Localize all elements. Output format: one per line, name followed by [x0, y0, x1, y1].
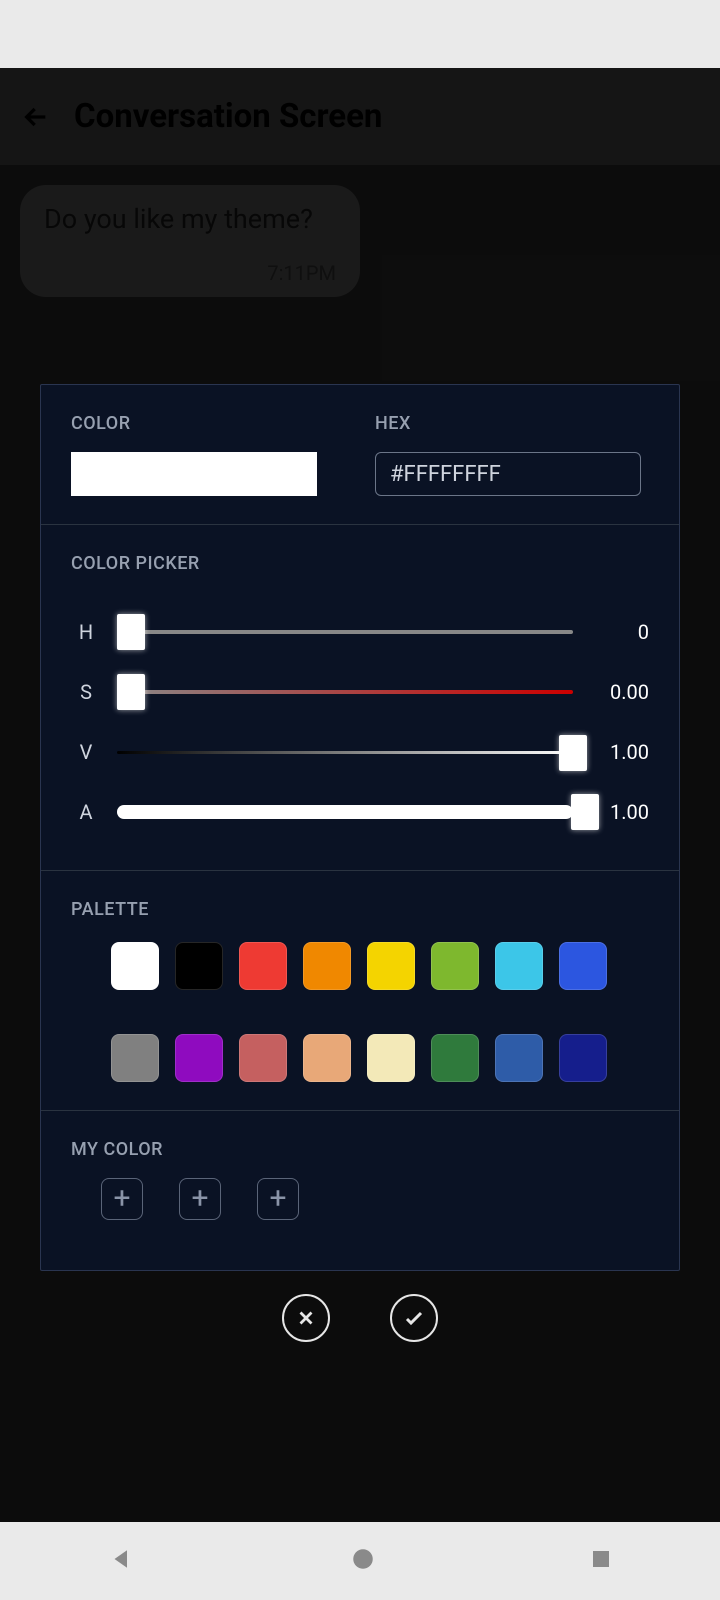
palette-swatch[interactable] [495, 1034, 543, 1082]
add-color-slot[interactable]: + [257, 1178, 299, 1220]
modal-overlay[interactable]: COLOR HEX #FFFFFFFF COLOR PICKER H 0 S [0, 68, 720, 1522]
alpha-thumb[interactable] [571, 794, 599, 830]
alpha-slider-row: A 1.00 [71, 782, 649, 842]
val-thumb[interactable] [559, 735, 587, 771]
my-color-section: MY COLOR + + + [41, 1111, 679, 1270]
palette-grid [111, 942, 649, 1082]
palette-swatch[interactable] [303, 1034, 351, 1082]
palette-label: PALETTE [71, 899, 649, 920]
confirm-button[interactable] [390, 1294, 438, 1342]
palette-swatch[interactable] [559, 942, 607, 990]
palette-swatch[interactable] [559, 1034, 607, 1082]
palette-swatch[interactable] [175, 942, 223, 990]
hex-input[interactable]: #FFFFFFFF [375, 452, 641, 496]
dialog-actions [0, 1294, 720, 1342]
color-hex-section: COLOR HEX #FFFFFFFF [41, 385, 679, 525]
palette-swatch[interactable] [111, 942, 159, 990]
nav-home-icon[interactable] [350, 1546, 376, 1576]
palette-swatch[interactable] [367, 1034, 415, 1082]
hue-slider[interactable] [117, 630, 573, 634]
color-picker-section: COLOR PICKER H 0 S 0.00 V 1 [41, 525, 679, 871]
hue-slider-row: H 0 [71, 602, 649, 662]
val-value: 1.00 [589, 740, 649, 764]
sat-slider-row: S 0.00 [71, 662, 649, 722]
my-color-label: MY COLOR [71, 1139, 649, 1160]
sat-value: 0.00 [589, 680, 649, 704]
palette-swatch[interactable] [431, 942, 479, 990]
hue-thumb[interactable] [117, 614, 145, 650]
sat-thumb[interactable] [117, 674, 145, 710]
sat-letter: S [71, 680, 101, 704]
add-color-slot[interactable]: + [179, 1178, 221, 1220]
sat-slider[interactable] [117, 690, 573, 694]
alpha-slider[interactable] [117, 805, 573, 819]
nav-back-icon[interactable] [107, 1544, 137, 1578]
my-color-row: + + + [101, 1178, 649, 1220]
palette-swatch[interactable] [303, 942, 351, 990]
nav-bar [0, 1522, 720, 1600]
color-preview-swatch[interactable] [71, 452, 317, 496]
nav-recent-icon[interactable] [589, 1547, 613, 1575]
palette-swatch[interactable] [111, 1034, 159, 1082]
val-slider-row: V 1.00 [71, 722, 649, 782]
hue-letter: H [71, 620, 101, 644]
palette-swatch[interactable] [239, 1034, 287, 1082]
hex-label: HEX [375, 413, 649, 434]
palette-swatch[interactable] [367, 942, 415, 990]
palette-swatch[interactable] [239, 942, 287, 990]
val-letter: V [71, 740, 101, 764]
color-dialog: COLOR HEX #FFFFFFFF COLOR PICKER H 0 S [40, 384, 680, 1271]
status-bar [0, 0, 720, 68]
palette-swatch[interactable] [175, 1034, 223, 1082]
palette-section: PALETTE [41, 871, 679, 1111]
color-picker-label: COLOR PICKER [71, 553, 649, 574]
palette-swatch[interactable] [431, 1034, 479, 1082]
alpha-letter: A [71, 800, 101, 824]
palette-swatch[interactable] [495, 942, 543, 990]
add-color-slot[interactable]: + [101, 1178, 143, 1220]
color-label: COLOR [71, 413, 345, 434]
hue-value: 0 [589, 620, 649, 644]
cancel-button[interactable] [282, 1294, 330, 1342]
val-slider[interactable] [117, 751, 573, 754]
